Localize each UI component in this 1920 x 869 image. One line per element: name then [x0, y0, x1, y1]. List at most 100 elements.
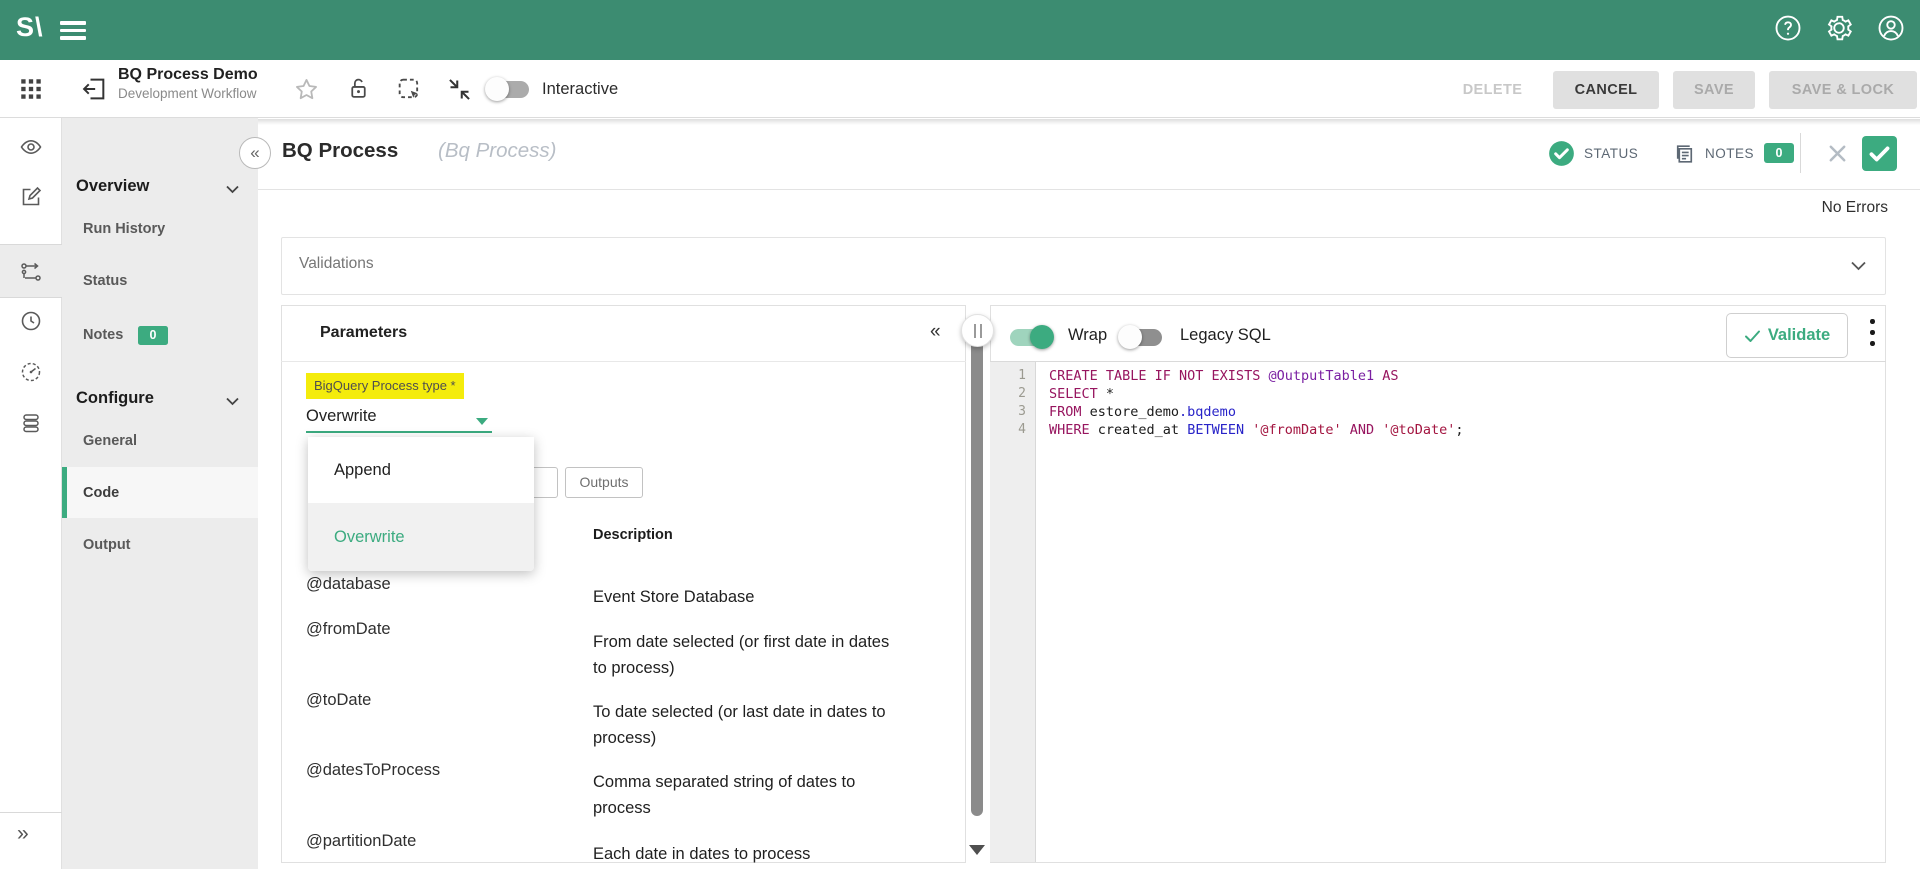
- validate-button[interactable]: Validate: [1726, 313, 1848, 358]
- overview-chevron-down-icon[interactable]: [225, 184, 240, 194]
- wrap-toggle-label: Wrap: [1068, 326, 1107, 345]
- close-icon[interactable]: [1826, 142, 1849, 165]
- nav-item-output[interactable]: Output: [83, 537, 131, 553]
- hamburger-menu-icon[interactable]: [60, 17, 86, 43]
- toolbar-shadow: [0, 119, 1920, 125]
- preview-eye-icon[interactable]: [19, 135, 43, 159]
- select-area-icon[interactable]: [395, 75, 423, 103]
- app-screen: S\ BQ Process D: [0, 0, 1920, 869]
- nav-item-general[interactable]: General: [83, 433, 137, 449]
- validations-panel[interactable]: [281, 237, 1886, 295]
- nav-item-run-history[interactable]: Run History: [83, 221, 165, 237]
- scroll-down-arrow-icon[interactable]: [969, 845, 985, 855]
- line-number: 4: [990, 422, 1026, 437]
- validations-label: Validations: [299, 255, 374, 273]
- param-description: To date selected (or last date in dates …: [593, 699, 893, 751]
- confirm-check-button[interactable]: [1862, 136, 1897, 171]
- validations-chevron-down-icon[interactable]: [1850, 260, 1867, 271]
- select-dropdown-arrow-icon[interactable]: [476, 418, 488, 425]
- stack-layers-icon[interactable]: [19, 411, 43, 435]
- splitter-drag-handle[interactable]: [961, 314, 994, 347]
- collapse-view-icon[interactable]: [446, 76, 473, 103]
- apps-grid-icon[interactable]: [18, 76, 44, 102]
- favorite-star-icon[interactable]: [293, 76, 320, 103]
- no-errors-status: No Errors: [1690, 199, 1888, 217]
- status-button[interactable]: STATUS: [1584, 146, 1638, 161]
- nav-item-code[interactable]: Code: [83, 485, 119, 501]
- line-number: 2: [990, 386, 1026, 401]
- param-description: Event Store Database: [593, 584, 893, 610]
- notes-button[interactable]: NOTES: [1705, 146, 1754, 161]
- param-name: @database: [306, 575, 391, 594]
- legacy-sql-toggle[interactable]: [1120, 329, 1162, 346]
- collapse-parameters-icon[interactable]: «: [930, 321, 941, 343]
- edit-icon[interactable]: [19, 185, 43, 209]
- param-name: @toDate: [306, 691, 371, 710]
- help-icon[interactable]: [1773, 13, 1803, 43]
- param-description: From date selected (or first date in dat…: [593, 629, 893, 681]
- workflow-title: BQ Process Demo: [118, 66, 258, 84]
- param-name: @fromDate: [306, 620, 391, 639]
- settings-gear-icon[interactable]: [1824, 13, 1854, 43]
- nav-item-notes[interactable]: Notes: [83, 327, 123, 343]
- title-divider: [258, 189, 1920, 190]
- notes-icon: [1672, 141, 1697, 166]
- gauge-icon[interactable]: [19, 360, 43, 384]
- description-column-header: Description: [593, 527, 673, 543]
- icon-rail: [0, 118, 62, 869]
- page-title: BQ Process: [282, 139, 398, 163]
- code-line: CREATE TABLE IF NOT EXISTS @OutputTable1…: [1049, 368, 1399, 384]
- param-description: Each date in dates to process: [593, 841, 893, 867]
- cancel-button[interactable]: CANCEL: [1553, 71, 1659, 109]
- more-options-kebab-icon[interactable]: [1862, 317, 1882, 351]
- menu-option-append[interactable]: Append: [308, 437, 534, 503]
- account-icon[interactable]: [1876, 13, 1906, 43]
- validate-button-label: Validate: [1768, 326, 1830, 345]
- parameters-title: Parameters: [320, 324, 407, 342]
- top-app-bar: S\: [0, 0, 1920, 60]
- expand-rail-icon[interactable]: »: [17, 822, 27, 846]
- wrap-toggle[interactable]: [1010, 329, 1052, 346]
- line-number: 1: [990, 368, 1026, 383]
- code-line: SELECT *: [1049, 386, 1114, 402]
- configure-chevron-down-icon[interactable]: [225, 396, 240, 406]
- select-underline: [306, 431, 492, 433]
- nav-section-overview[interactable]: Overview: [76, 177, 149, 196]
- notes-header-badge: 0: [1764, 143, 1794, 163]
- legacy-sql-toggle-label: Legacy SQL: [1180, 326, 1271, 345]
- code-line: WHERE created_at BETWEEN '@fromDate' AND…: [1049, 422, 1464, 438]
- nav-item-status[interactable]: Status: [83, 273, 127, 289]
- history-clock-icon[interactable]: [19, 309, 43, 333]
- page-subtitle: (Bq Process): [438, 139, 556, 163]
- param-description: Comma separated string of dates to proce…: [593, 769, 893, 821]
- process-type-dropdown-menu: Append Overwrite: [308, 437, 534, 571]
- workflow-subtitle: Development Workflow: [118, 86, 257, 101]
- unlocked-padlock-icon[interactable]: [346, 76, 371, 101]
- line-number: 3: [990, 404, 1026, 419]
- menu-option-overwrite[interactable]: Overwrite: [308, 503, 534, 571]
- pipeline-flow-icon[interactable]: [19, 260, 43, 284]
- validate-check-icon: [1744, 329, 1761, 343]
- rail-bottom-divider: [0, 812, 62, 869]
- app-logo[interactable]: S\: [16, 12, 44, 43]
- save-and-lock-button[interactable]: SAVE & LOCK: [1769, 71, 1917, 109]
- vertical-scrollbar-thumb[interactable]: [971, 332, 983, 816]
- exit-workflow-icon[interactable]: [80, 75, 108, 103]
- line-number-gutter: 1 2 3 4: [990, 362, 1036, 862]
- save-button[interactable]: SAVE: [1673, 71, 1755, 109]
- status-check-icon: [1548, 140, 1575, 167]
- interactive-toggle[interactable]: [487, 81, 529, 98]
- param-name: @partitionDate: [306, 832, 416, 851]
- code-editor-area[interactable]: CREATE TABLE IF NOT EXISTS @OutputTable1…: [1037, 362, 1885, 862]
- interactive-toggle-label: Interactive: [542, 80, 618, 99]
- collapse-back-button[interactable]: «: [239, 137, 271, 169]
- nav-section-configure[interactable]: Configure: [76, 389, 154, 408]
- process-type-label: BigQuery Process type *: [306, 373, 464, 399]
- header-divider: [1800, 133, 1801, 173]
- notes-count-badge: 0: [138, 326, 168, 345]
- param-name: @datesToProcess: [306, 761, 440, 780]
- code-line: FROM estore_demo.bqdemo: [1049, 404, 1236, 420]
- process-type-select[interactable]: Overwrite: [306, 407, 377, 426]
- outputs-button[interactable]: Outputs: [565, 467, 643, 498]
- delete-button[interactable]: DELETE: [1445, 71, 1540, 109]
